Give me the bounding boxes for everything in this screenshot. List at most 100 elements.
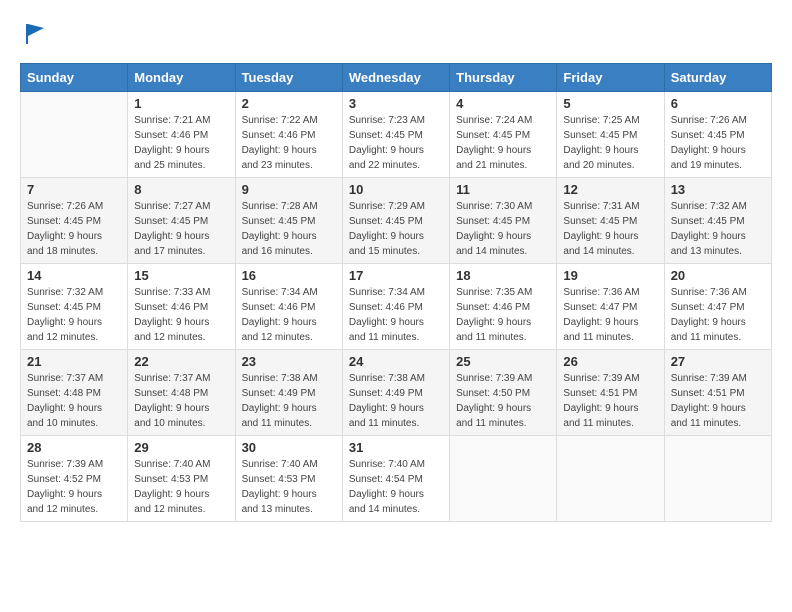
- weekday-header-monday: Monday: [128, 64, 235, 92]
- day-number: 8: [134, 182, 228, 197]
- day-info: Sunrise: 7:39 AMSunset: 4:51 PMDaylight:…: [671, 371, 765, 431]
- weekday-header-friday: Friday: [557, 64, 664, 92]
- day-number: 30: [242, 440, 336, 455]
- day-number: 11: [456, 182, 550, 197]
- calendar-cell: 26 Sunrise: 7:39 AMSunset: 4:51 PMDayligh…: [557, 350, 664, 436]
- day-info: Sunrise: 7:34 AMSunset: 4:46 PMDaylight:…: [349, 285, 443, 345]
- calendar-week-3: 21 Sunrise: 7:37 AMSunset: 4:48 PMDayligh…: [21, 350, 772, 436]
- day-number: 4: [456, 96, 550, 111]
- day-number: 26: [563, 354, 657, 369]
- day-info: Sunrise: 7:37 AMSunset: 4:48 PMDaylight:…: [27, 371, 121, 431]
- calendar-cell: 16Sunrise: 7:34 AMSunset: 4:46 PMDayligh…: [235, 264, 342, 350]
- day-info: Sunrise: 7:30 AMSunset: 4:45 PMDaylight:…: [456, 199, 550, 259]
- calendar-week-1: 7 Sunrise: 7:26 AMSunset: 4:45 PMDaylight…: [21, 178, 772, 264]
- day-info: Sunrise: 7:28 AMSunset: 4:45 PMDaylight:…: [242, 199, 336, 259]
- page-header: [20, 20, 772, 53]
- weekday-header-saturday: Saturday: [664, 64, 771, 92]
- day-info: Sunrise: 7:38 AMSunset: 4:49 PMDaylight:…: [349, 371, 443, 431]
- day-info: Sunrise: 7:36 AMSunset: 4:47 PMDaylight:…: [563, 285, 657, 345]
- weekday-header-wednesday: Wednesday: [342, 64, 449, 92]
- calendar-cell: 20 Sunrise: 7:36 AMSunset: 4:47 PMDayligh…: [664, 264, 771, 350]
- day-number: 24: [349, 354, 443, 369]
- day-info: Sunrise: 7:34 AMSunset: 4:46 PMDaylight:…: [242, 285, 336, 345]
- calendar-cell: 21 Sunrise: 7:37 AMSunset: 4:48 PMDayligh…: [21, 350, 128, 436]
- calendar-cell: 13Sunrise: 7:32 AMSunset: 4:45 PMDayligh…: [664, 178, 771, 264]
- day-info: Sunrise: 7:39 AMSunset: 4:51 PMDaylight:…: [563, 371, 657, 431]
- calendar-cell: 9 Sunrise: 7:28 AMSunset: 4:45 PMDaylight…: [235, 178, 342, 264]
- day-info: Sunrise: 7:37 AMSunset: 4:48 PMDaylight:…: [134, 371, 228, 431]
- calendar-cell: 12 Sunrise: 7:31 AMSunset: 4:45 PMDayligh…: [557, 178, 664, 264]
- calendar-cell: 19 Sunrise: 7:36 AMSunset: 4:47 PMDayligh…: [557, 264, 664, 350]
- calendar-week-0: 1 Sunrise: 7:21 AMSunset: 4:46 PMDaylight…: [21, 92, 772, 178]
- calendar-cell: 10 Sunrise: 7:29 AMSunset: 4:45 PMDayligh…: [342, 178, 449, 264]
- calendar-week-4: 28 Sunrise: 7:39 AMSunset: 4:52 PMDayligh…: [21, 436, 772, 522]
- day-info: Sunrise: 7:39 AMSunset: 4:50 PMDaylight:…: [456, 371, 550, 431]
- day-number: 22: [134, 354, 228, 369]
- day-number: 18: [456, 268, 550, 283]
- day-info: Sunrise: 7:33 AMSunset: 4:46 PMDaylight:…: [134, 285, 228, 345]
- calendar-cell: 14 Sunrise: 7:32 AMSunset: 4:45 PMDayligh…: [21, 264, 128, 350]
- calendar-cell: 7 Sunrise: 7:26 AMSunset: 4:45 PMDaylight…: [21, 178, 128, 264]
- day-number: 5: [563, 96, 657, 111]
- calendar-cell: 22 Sunrise: 7:37 AMSunset: 4:48 PMDayligh…: [128, 350, 235, 436]
- calendar-cell: [664, 436, 771, 522]
- calendar-cell: 28 Sunrise: 7:39 AMSunset: 4:52 PMDayligh…: [21, 436, 128, 522]
- day-info: Sunrise: 7:40 AMSunset: 4:53 PMDaylight:…: [242, 457, 336, 517]
- calendar-cell: 1 Sunrise: 7:21 AMSunset: 4:46 PMDaylight…: [128, 92, 235, 178]
- day-info: Sunrise: 7:26 AMSunset: 4:45 PMDaylight:…: [27, 199, 121, 259]
- calendar-cell: 29Sunrise: 7:40 AMSunset: 4:53 PMDayligh…: [128, 436, 235, 522]
- calendar-cell: 8Sunrise: 7:27 AMSunset: 4:45 PMDaylight…: [128, 178, 235, 264]
- weekday-row: SundayMondayTuesdayWednesdayThursdayFrid…: [21, 64, 772, 92]
- day-number: 19: [563, 268, 657, 283]
- calendar-cell: 4Sunrise: 7:24 AMSunset: 4:45 PMDaylight…: [450, 92, 557, 178]
- logo: [20, 20, 50, 53]
- day-number: 21: [27, 354, 121, 369]
- day-info: Sunrise: 7:23 AMSunset: 4:45 PMDaylight:…: [349, 113, 443, 173]
- day-info: Sunrise: 7:40 AMSunset: 4:53 PMDaylight:…: [134, 457, 228, 517]
- day-info: Sunrise: 7:35 AMSunset: 4:46 PMDaylight:…: [456, 285, 550, 345]
- day-info: Sunrise: 7:38 AMSunset: 4:49 PMDaylight:…: [242, 371, 336, 431]
- day-number: 15: [134, 268, 228, 283]
- day-number: 7: [27, 182, 121, 197]
- day-number: 31: [349, 440, 443, 455]
- day-info: Sunrise: 7:22 AMSunset: 4:46 PMDaylight:…: [242, 113, 336, 173]
- day-info: Sunrise: 7:26 AMSunset: 4:45 PMDaylight:…: [671, 113, 765, 173]
- day-number: 10: [349, 182, 443, 197]
- weekday-header-tuesday: Tuesday: [235, 64, 342, 92]
- day-number: 2: [242, 96, 336, 111]
- calendar-cell: 3 Sunrise: 7:23 AMSunset: 4:45 PMDaylight…: [342, 92, 449, 178]
- day-number: 28: [27, 440, 121, 455]
- day-info: Sunrise: 7:32 AMSunset: 4:45 PMDaylight:…: [671, 199, 765, 259]
- calendar-cell: 17Sunrise: 7:34 AMSunset: 4:46 PMDayligh…: [342, 264, 449, 350]
- day-number: 9: [242, 182, 336, 197]
- day-number: 20: [671, 268, 765, 283]
- calendar-cell: 25 Sunrise: 7:39 AMSunset: 4:50 PMDayligh…: [450, 350, 557, 436]
- calendar-cell: [450, 436, 557, 522]
- day-number: 12: [563, 182, 657, 197]
- day-info: Sunrise: 7:21 AMSunset: 4:46 PMDaylight:…: [134, 113, 228, 173]
- day-info: Sunrise: 7:40 AMSunset: 4:54 PMDaylight:…: [349, 457, 443, 517]
- day-number: 3: [349, 96, 443, 111]
- weekday-header-thursday: Thursday: [450, 64, 557, 92]
- day-info: Sunrise: 7:36 AMSunset: 4:47 PMDaylight:…: [671, 285, 765, 345]
- day-number: 23: [242, 354, 336, 369]
- day-info: Sunrise: 7:25 AMSunset: 4:45 PMDaylight:…: [563, 113, 657, 173]
- day-number: 14: [27, 268, 121, 283]
- day-info: Sunrise: 7:31 AMSunset: 4:45 PMDaylight:…: [563, 199, 657, 259]
- calendar-table: SundayMondayTuesdayWednesdayThursdayFrid…: [20, 63, 772, 522]
- calendar-cell: 18 Sunrise: 7:35 AMSunset: 4:46 PMDayligh…: [450, 264, 557, 350]
- day-info: Sunrise: 7:29 AMSunset: 4:45 PMDaylight:…: [349, 199, 443, 259]
- calendar-cell: 31 Sunrise: 7:40 AMSunset: 4:54 PMDayligh…: [342, 436, 449, 522]
- calendar-cell: 24 Sunrise: 7:38 AMSunset: 4:49 PMDayligh…: [342, 350, 449, 436]
- calendar-cell: [21, 92, 128, 178]
- day-info: Sunrise: 7:32 AMSunset: 4:45 PMDaylight:…: [27, 285, 121, 345]
- day-number: 25: [456, 354, 550, 369]
- day-info: Sunrise: 7:39 AMSunset: 4:52 PMDaylight:…: [27, 457, 121, 517]
- calendar-cell: 15 Sunrise: 7:33 AMSunset: 4:46 PMDayligh…: [128, 264, 235, 350]
- day-number: 6: [671, 96, 765, 111]
- day-number: 27: [671, 354, 765, 369]
- calendar-body: 1 Sunrise: 7:21 AMSunset: 4:46 PMDaylight…: [21, 92, 772, 522]
- calendar-cell: 6 Sunrise: 7:26 AMSunset: 4:45 PMDaylight…: [664, 92, 771, 178]
- calendar-header: SundayMondayTuesdayWednesdayThursdayFrid…: [21, 64, 772, 92]
- day-number: 1: [134, 96, 228, 111]
